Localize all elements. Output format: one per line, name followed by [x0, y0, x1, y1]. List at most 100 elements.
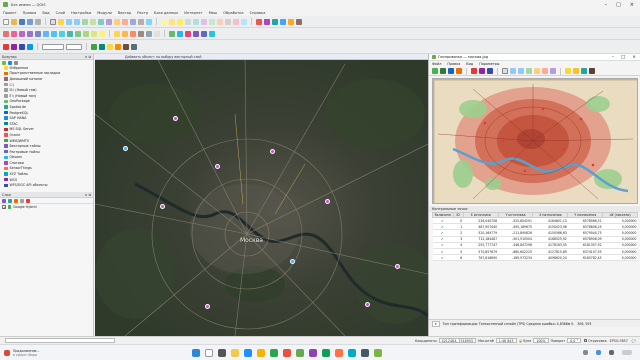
- gcp-cell[interactable]: 767,616690: [463, 254, 499, 262]
- plugin-icon[interactable]: [296, 18, 302, 25]
- add-spatialite-icon[interactable]: [193, 30, 199, 37]
- gcp-row[interactable]: ✔ 6 767,616690 -189,973234 4098620,24 6165782…: [432, 254, 638, 262]
- add-polygon-icon[interactable]: [43, 30, 49, 37]
- menu-edit[interactable]: Правка: [23, 11, 37, 15]
- gcp-cell[interactable]: 4098620,24: [532, 254, 568, 262]
- zoom-in-icon[interactable]: [66, 18, 72, 25]
- layer-style-icon[interactable]: [2, 198, 6, 203]
- messages-icon[interactable]: 💬: [632, 339, 636, 343]
- toggle-editing-icon[interactable]: [11, 30, 17, 37]
- file-explorer-icon[interactable]: [231, 348, 240, 357]
- render-checkbox[interactable]: [584, 339, 588, 342]
- redo-icon[interactable]: [99, 30, 105, 37]
- layer-row-google-hybrid[interactable]: ✔ Google Hybrid: [0, 204, 93, 210]
- zoom-next-icon[interactable]: [550, 68, 556, 74]
- gcp-cell[interactable]: 6165782,45: [567, 254, 603, 262]
- local-histogram-icon[interactable]: [589, 68, 595, 74]
- refresh-icon[interactable]: [146, 18, 152, 25]
- digitize-icon[interactable]: [3, 30, 9, 37]
- menu-processing[interactable]: Обработка: [223, 11, 243, 15]
- app-icon[interactable]: [361, 348, 370, 357]
- zoom-native-icon[interactable]: [106, 18, 112, 25]
- zoom-layer-icon[interactable]: [534, 68, 540, 74]
- crs-button[interactable]: EPSG:3857: [610, 339, 628, 343]
- raster-properties-icon[interactable]: [581, 68, 587, 74]
- maximize-icon[interactable]: □: [621, 55, 625, 60]
- label-tool-icon[interactable]: [114, 30, 120, 37]
- georef-menu-file[interactable]: Файл: [432, 62, 441, 66]
- change-label-icon[interactable]: [154, 30, 160, 37]
- split-features-icon[interactable]: [123, 43, 129, 50]
- vertex-tool-icon[interactable]: [51, 30, 57, 37]
- remove-layer-icon[interactable]: [26, 198, 30, 203]
- paste-icon[interactable]: [83, 30, 89, 37]
- zoom-full-icon[interactable]: [526, 68, 532, 74]
- coord-field[interactable]: 4212484, 7518955: [438, 338, 477, 343]
- georef-image-canvas[interactable]: [432, 78, 638, 204]
- undo-icon[interactable]: [91, 30, 97, 37]
- filter-browser-icon[interactable]: [8, 60, 12, 65]
- network-icon[interactable]: [595, 350, 601, 355]
- gcp-cell[interactable]: 6: [453, 254, 464, 262]
- snap-units-field[interactable]: [66, 43, 82, 50]
- measure-icon[interactable]: [209, 18, 215, 25]
- map-canvas[interactable]: Москва: [95, 54, 428, 336]
- georef-menu-edit[interactable]: Правка: [447, 62, 460, 66]
- open-project-icon[interactable]: [11, 18, 17, 25]
- snap-tolerance-field[interactable]: [42, 43, 64, 50]
- snapping-icon[interactable]: [3, 43, 9, 50]
- start-icon[interactable]: [192, 348, 201, 357]
- mail-icon[interactable]: [283, 348, 292, 357]
- menu-settings[interactable]: Настройки: [71, 11, 91, 15]
- magnet-icon[interactable]: [11, 43, 17, 50]
- menu-vector[interactable]: Вектор: [118, 11, 131, 15]
- map-pin[interactable]: [215, 164, 220, 169]
- app-icon[interactable]: [309, 348, 318, 357]
- show-bookmarks-icon[interactable]: [241, 18, 247, 25]
- map-pin[interactable]: [395, 264, 400, 269]
- locator-search-input[interactable]: [5, 338, 115, 343]
- add-point-icon[interactable]: [471, 68, 477, 74]
- menu-project[interactable]: Проект: [3, 11, 17, 15]
- zoom-last-icon[interactable]: [114, 18, 120, 25]
- qgis-taskbar-icon[interactable]: [296, 348, 305, 357]
- task-view-icon[interactable]: [218, 348, 227, 357]
- add-virtual-icon[interactable]: [209, 30, 215, 37]
- minimize-icon[interactable]: –: [612, 55, 614, 60]
- refresh-browser-icon[interactable]: [2, 60, 6, 65]
- edge-icon[interactable]: [244, 348, 253, 357]
- gcp-cell[interactable]: -189,973234: [498, 254, 533, 262]
- chrome-icon[interactable]: [257, 348, 266, 357]
- processing-toolbox-icon[interactable]: [264, 18, 270, 25]
- temporal-controller-icon[interactable]: [138, 18, 144, 25]
- georef-menu-settings[interactable]: Параметры: [479, 62, 499, 66]
- generate-script-icon[interactable]: [448, 68, 454, 74]
- reshape-icon[interactable]: [115, 43, 121, 50]
- deselect-icon[interactable]: [177, 18, 183, 25]
- old-map-raster[interactable]: [433, 79, 638, 204]
- transformation-settings-icon[interactable]: [456, 68, 462, 74]
- new-project-icon[interactable]: [3, 18, 9, 25]
- georef-menu-view[interactable]: Вид: [466, 62, 473, 66]
- rotate-label-icon[interactable]: [146, 30, 152, 37]
- menu-database[interactable]: База данных: [154, 11, 178, 15]
- collapse-all-icon[interactable]: [14, 60, 18, 65]
- move-gcp-icon[interactable]: [487, 68, 493, 74]
- annotation-icon[interactable]: [217, 18, 223, 25]
- show-hide-labels-icon[interactable]: [130, 30, 136, 37]
- filter-legend-icon[interactable]: [14, 198, 18, 203]
- clock-icon[interactable]: [621, 350, 632, 355]
- pan-icon[interactable]: [50, 18, 56, 25]
- add-wms-icon[interactable]: [177, 30, 183, 37]
- map-pin[interactable]: [173, 116, 178, 121]
- col-enabled[interactable]: Включено: [432, 212, 454, 218]
- map-pin[interactable]: [160, 204, 165, 209]
- add-point-icon[interactable]: [27, 30, 33, 37]
- cut-icon[interactable]: [67, 30, 73, 37]
- map-pin[interactable]: [290, 259, 295, 264]
- copy-icon[interactable]: [75, 30, 81, 37]
- history-icon[interactable]: [280, 18, 286, 25]
- pan-icon[interactable]: [502, 68, 508, 74]
- maximize-icon[interactable]: □: [616, 2, 621, 8]
- rotation-field[interactable]: 0,0 °: [567, 338, 582, 343]
